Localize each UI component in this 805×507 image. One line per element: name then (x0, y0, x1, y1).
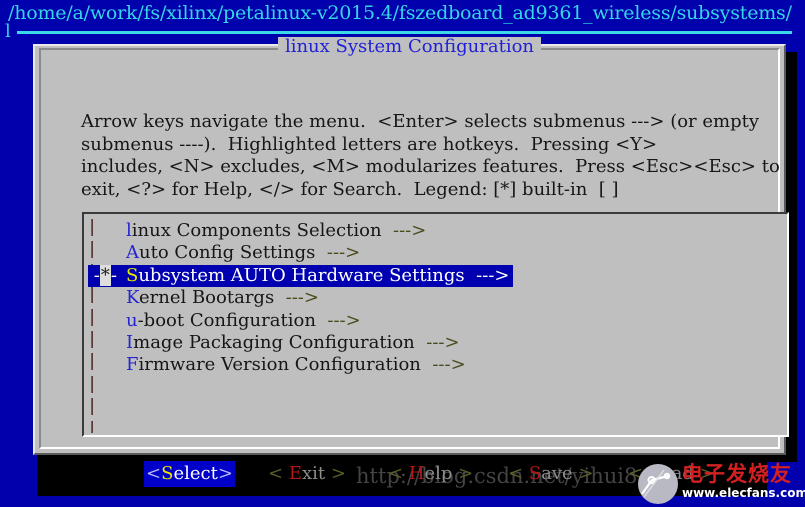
gutter-pipe: | (87, 329, 98, 350)
button-label: ave (541, 463, 573, 484)
elecfans-url: www.elecfans.com (682, 486, 805, 500)
cursor-star-icon: * (99, 264, 111, 286)
menu-item-auto-config-settings[interactable]: Auto Config Settings ---> (126, 242, 783, 264)
menu-item-hotkey: K (126, 287, 139, 309)
menu-item-spacer (316, 310, 327, 331)
submenu-arrow-icon: ---> (327, 309, 361, 331)
header-second-line: l (5, 21, 11, 42)
submenu-arrow-icon: ---> (476, 264, 510, 286)
button-hotkey: S (161, 463, 174, 484)
help-line: exit, <?> for Help, </> for Search. Lege… (81, 178, 619, 200)
dialog-title: linux System Configuration (277, 37, 542, 57)
menu-item-label: uto Config Settings (139, 242, 316, 264)
menu-item-label: mage Packaging Configuration (133, 331, 415, 353)
menu-item-label: irmware Version Configuration (138, 354, 421, 376)
submenu-arrow-icon: ---> (393, 220, 427, 241)
menu-item-linux-components-selection[interactable]: linux Components Selection ---> (126, 220, 783, 242)
menu-item-subsystem-auto-hardware-settings[interactable]: -*- Subsystem AUTO Hardware Settings ---… (88, 264, 513, 288)
gutter-pipe: | (87, 418, 98, 433)
gutter-pipe: | (87, 306, 98, 327)
menuconfig-dialog: linux System Configuration Arrow keys na… (33, 37, 789, 487)
help-line: submenus ----). Highlighted letters are … (81, 133, 658, 155)
menu-item-hotkey: S (126, 264, 139, 286)
menu-item-spacer (274, 287, 285, 308)
help-line: Arrow keys navigate the menu. <Enter> se… (81, 111, 760, 132)
menu-item-spacer (421, 354, 432, 375)
button-label: elp (424, 463, 453, 484)
elecfans-watermark: 电子发烧友 www.elecfans.com (638, 459, 805, 507)
save-button[interactable]: < Save > (508, 461, 594, 487)
dialog-help-text: Arrow keys navigate the menu. <Enter> se… (81, 111, 796, 201)
header-path-text: /home/a/work/fs/xilinx/petalinux-v2015.4… (8, 2, 792, 24)
menu-list-box: |||||||||| linux Components Selection --… (82, 212, 789, 487)
menu-item-firmware-version-configuration[interactable]: Firmware Version Configuration ---> (126, 354, 783, 376)
submenu-arrow-icon: ---> (432, 354, 466, 376)
menu-item-label: -boot Configuration (137, 309, 316, 331)
gutter-pipe: | (87, 396, 98, 417)
button-close-bracket: > (572, 463, 594, 484)
select-button[interactable]: <Select> (144, 461, 235, 487)
help-line: includes, <N> excludes, <M> modularizes … (81, 156, 780, 177)
button-open-bracket: < (146, 463, 162, 484)
menu-item-label: inux Components Selection (131, 220, 382, 241)
gutter-pipe: | (87, 373, 98, 394)
gutter-pipe: | (87, 351, 98, 372)
button-hotkey: E (288, 463, 302, 484)
exit-button[interactable]: < Exit > (268, 461, 346, 487)
menu-item-kernel-bootargs[interactable]: Kernel Bootargs ---> (126, 287, 783, 309)
gutter-pipe: | (87, 217, 98, 237)
menu-item-label: ernel Bootargs (138, 287, 275, 309)
button-open-bracket: < (268, 463, 289, 484)
submenu-arrow-icon: ---> (326, 242, 361, 264)
dialog-title-bar: linux System Configuration (35, 37, 784, 68)
menu-item-hotkey: u (126, 309, 138, 331)
menu-item-spacer (415, 332, 426, 353)
button-label: xit (301, 463, 326, 484)
button-close-bracket: > (325, 463, 346, 484)
button-hotkey: S (528, 463, 542, 484)
gutter-pipe: | (87, 239, 98, 260)
submenu-arrow-icon: ---> (426, 331, 460, 353)
menu-item-label: ubsystem AUTO Hardware Settings (138, 264, 465, 286)
submenu-arrow-icon: ---> (285, 287, 319, 309)
menu-item-hotkey: A (126, 242, 139, 264)
menu-item-u-boot-configuration[interactable]: u-boot Configuration ---> (126, 310, 783, 332)
terminal-background: /home/a/work/fs/xilinx/petalinux-v2015.4… (0, 0, 805, 507)
menu-item-spacer (465, 265, 476, 286)
button-hotkey: H (408, 463, 425, 484)
elecfans-brand-cn: 电子发烧友 (682, 462, 792, 486)
menu-item-spacer (315, 242, 326, 263)
elecfans-logo-icon (638, 464, 678, 504)
header-horizontal-rule (17, 31, 792, 34)
menu-item-spacer (382, 220, 393, 241)
menu-scroll-gutter: |||||||||| (87, 216, 99, 433)
builtin-marker: -*- (88, 264, 123, 286)
help-button[interactable]: < Help > (388, 461, 473, 487)
button-label: elect (173, 463, 218, 484)
menu-item-image-packaging-configuration[interactable]: Image Packaging Configuration ---> (126, 332, 783, 354)
menu-item-hotkey: F (126, 354, 139, 376)
menu-items-container: linux Components Selection ---> Auto Conf… (88, 220, 783, 433)
button-open-bracket: < (388, 463, 409, 484)
button-open-bracket: < (508, 463, 529, 484)
button-close-bracket: > (452, 463, 474, 484)
button-close-bracket: > (217, 463, 233, 484)
